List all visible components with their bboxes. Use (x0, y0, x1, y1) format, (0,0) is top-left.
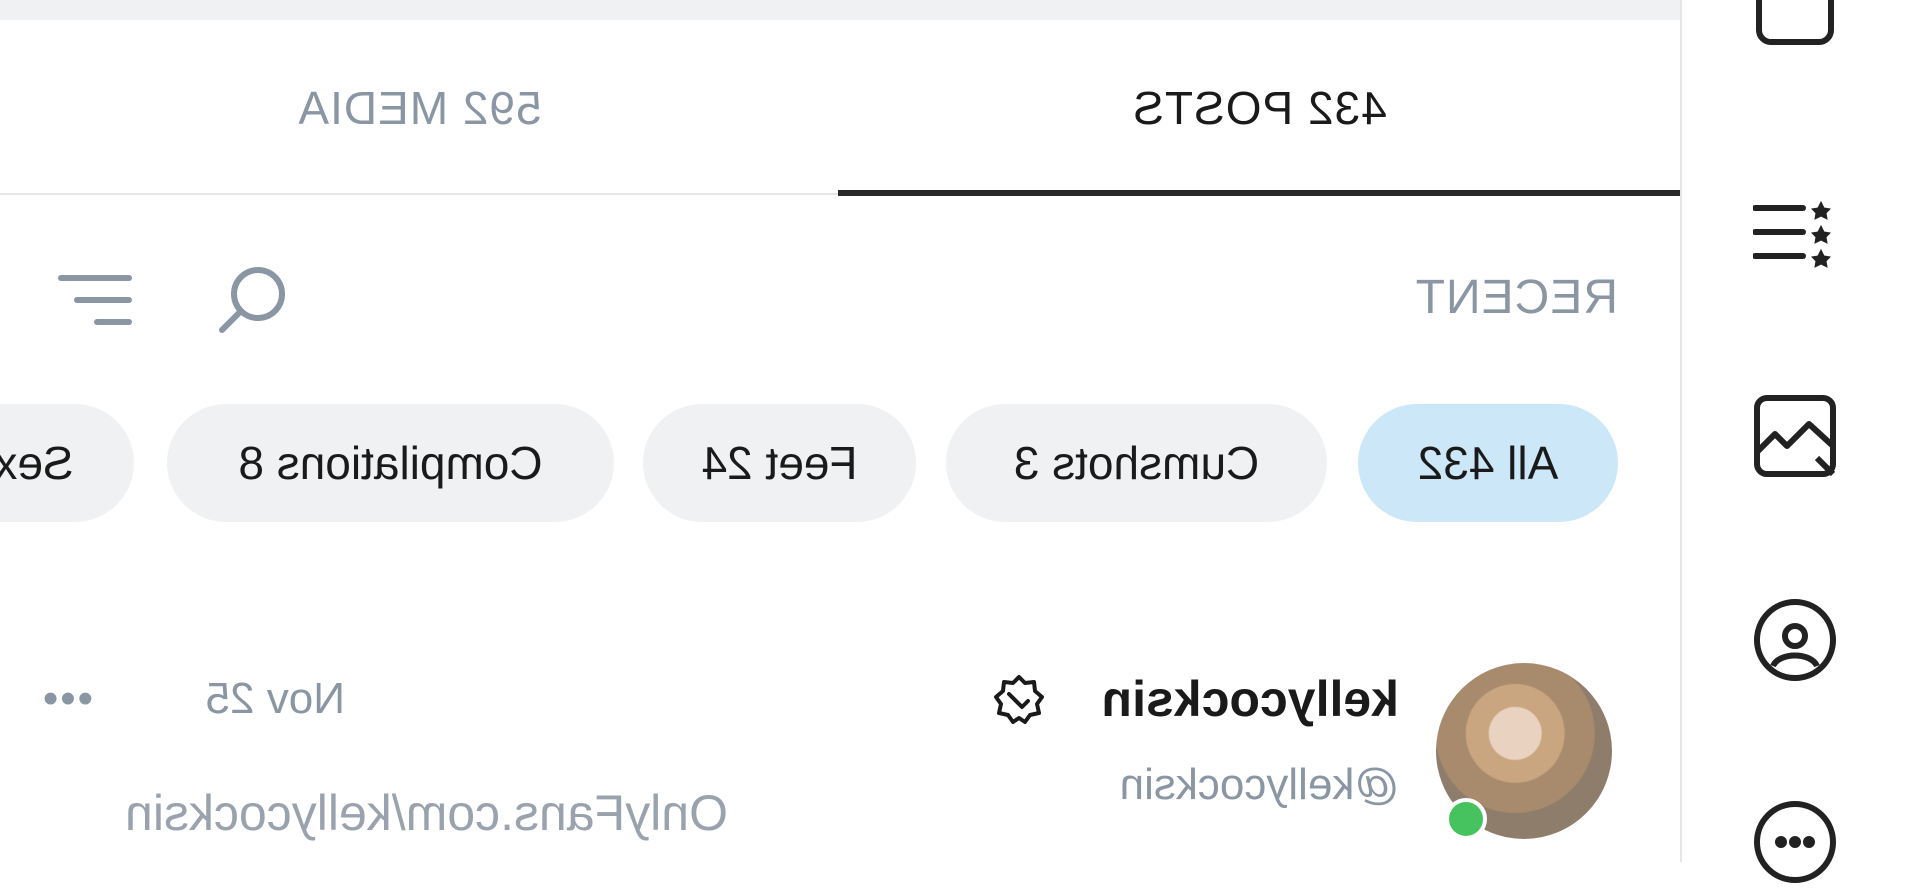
chip-all[interactable]: All 432 (1358, 404, 1618, 522)
chip-cumshots[interactable]: Cumshots 3 (946, 404, 1327, 522)
rail-divider (1680, 0, 1682, 862)
screen-mirrored: 432 POSTS 592 MEDIA RECENT All 432 Cumsh… (0, 0, 1919, 883)
chip-sex[interactable]: Sex (0, 404, 134, 522)
post-text: OnlyFans.com/kellycocksin (125, 785, 728, 841)
online-status-dot (1445, 798, 1487, 840)
tab-posts[interactable]: 432 POSTS (839, 20, 1680, 196)
post-author-name[interactable]: kellycocksin (1102, 670, 1399, 728)
content-tabs: 432 POSTS 592 MEDIA (0, 20, 1680, 196)
sort-label[interactable]: RECENT (1415, 270, 1618, 325)
tab-active-indicator (838, 190, 1680, 196)
chat-icon[interactable] (1753, 800, 1837, 884)
calendar-icon[interactable] (1753, 0, 1837, 62)
post-author-handle[interactable]: @kellycocksin (1120, 760, 1399, 810)
chip-compilations[interactable]: Compilations 8 (167, 404, 614, 522)
filter-icon[interactable] (57, 262, 133, 338)
chip-feet[interactable]: Feet 24 (643, 404, 916, 522)
more-options-icon[interactable]: ••• (41, 674, 93, 724)
post-date: Nov 25 (205, 674, 345, 723)
profile-icon[interactable] (1753, 598, 1837, 682)
search-icon[interactable] (214, 262, 290, 338)
top-bar (0, 0, 1682, 20)
star-list-icon[interactable] (1752, 192, 1837, 276)
verified-badge-icon (993, 674, 1045, 726)
image-icon[interactable] (1753, 394, 1837, 478)
tab-media[interactable]: 592 MEDIA (0, 20, 839, 196)
